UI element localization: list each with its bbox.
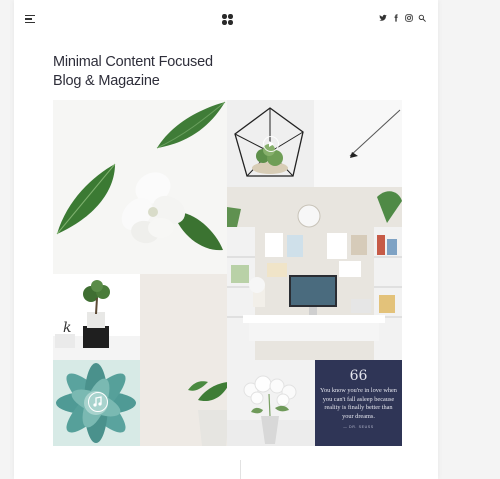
quote-card[interactable]: 66 You know you're in love when you can'…: [315, 360, 402, 446]
social-links: [379, 14, 426, 22]
page-container: Minimal Content Focused Blog & Magazine: [14, 0, 438, 479]
audio-icon: [88, 392, 108, 412]
divider: [240, 460, 241, 479]
quote-text: You know you're in love when you can't f…: [320, 387, 397, 420]
flower-leaves-photo[interactable]: [53, 100, 227, 274]
title-line-1: Minimal Content Focused: [53, 54, 213, 70]
quote-mark-icon: 66: [349, 368, 368, 384]
svg-text:k: k: [63, 320, 71, 336]
home-office-shelves-photo[interactable]: [227, 187, 402, 360]
site-header: [14, 0, 438, 38]
facebook-icon[interactable]: [392, 14, 400, 22]
white-flowers-vase-photo[interactable]: [227, 360, 315, 446]
quote-author: — DR. SEUSS: [343, 425, 374, 430]
search-icon[interactable]: [418, 14, 426, 22]
masonry-grid: k 66 You know you're in love when you ca…: [53, 100, 402, 446]
potted-plant-photo[interactable]: [140, 360, 227, 446]
play-icon[interactable]: [263, 136, 279, 152]
four-dots-logo[interactable]: [222, 14, 233, 25]
bonsai-candle-photo[interactable]: k: [53, 274, 140, 360]
hamburger-icon[interactable]: [25, 15, 35, 23]
twitter-icon[interactable]: [379, 14, 387, 22]
succulent-photo[interactable]: [53, 360, 140, 446]
title-line-2: Blog & Magazine: [53, 73, 162, 89]
page-title: Minimal Content Focused Blog & Magazine: [53, 53, 303, 91]
white-pen-photo[interactable]: [314, 100, 402, 187]
instagram-icon[interactable]: [405, 14, 413, 22]
